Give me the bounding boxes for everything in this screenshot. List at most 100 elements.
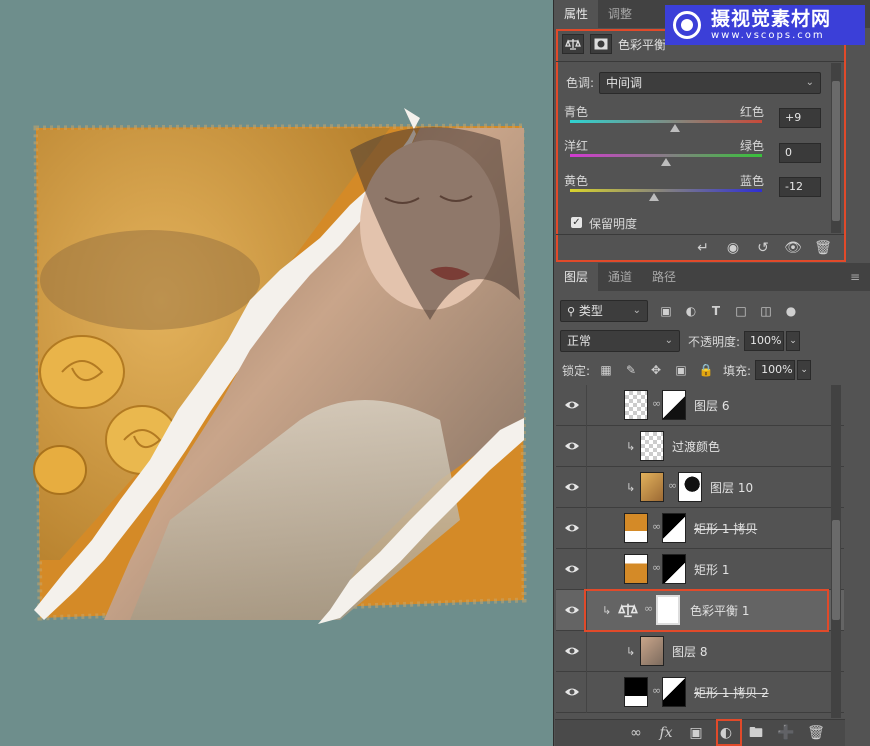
- props-bottom-divider: [556, 234, 844, 235]
- layer-name[interactable]: 图层 8: [672, 643, 707, 660]
- yellow-blue-value-field[interactable]: -12: [779, 177, 821, 197]
- layer-row[interactable]: ∞ 矩形 1 拷贝 2: [556, 672, 844, 713]
- filter-toggle-icon[interactable]: ●: [783, 303, 799, 319]
- visibility-eye-icon[interactable]: [564, 603, 580, 617]
- visibility-eye-icon[interactable]: [564, 439, 580, 453]
- tab-channels[interactable]: 通道: [598, 263, 642, 291]
- layer-mask-thumbnail[interactable]: [662, 513, 686, 543]
- delete-trash-icon[interactable]: 🗑: [807, 724, 825, 742]
- visibility-eye-icon[interactable]: [564, 521, 580, 535]
- tone-select-value: 中间调: [606, 76, 643, 90]
- layers-scrollbar[interactable]: [831, 385, 841, 718]
- chevron-down-icon: ⌄: [664, 335, 673, 346]
- cyan-red-slider-track[interactable]: [570, 120, 762, 123]
- delete-trash-icon[interactable]: 🗑: [814, 239, 832, 257]
- tab-properties[interactable]: 属性: [554, 0, 599, 28]
- layer-mask-thumbnail[interactable]: [678, 472, 702, 502]
- layer-name[interactable]: 矩形 1 拷贝 2: [694, 684, 769, 701]
- blend-mode-select[interactable]: 正常 ⌄: [560, 330, 680, 352]
- tone-select[interactable]: 中间调 ⌄: [599, 72, 821, 94]
- layer-mask-thumbnail[interactable]: [662, 677, 686, 707]
- slider-green-label: 绿色: [740, 139, 765, 153]
- opacity-label: 不透明度:: [688, 334, 741, 349]
- layer-mask-thumbnail[interactable]: [662, 390, 686, 420]
- visibility-eye-icon[interactable]: [564, 562, 580, 576]
- group-folder-icon[interactable]: 🖿: [747, 724, 765, 742]
- shape-filter-icon[interactable]: □: [733, 303, 749, 319]
- fill-field[interactable]: 100%: [755, 360, 796, 380]
- lock-transparent-icon[interactable]: ▦: [598, 362, 614, 378]
- watermark-url: www.vscops.com: [711, 30, 825, 41]
- layer-thumbnail[interactable]: [624, 677, 648, 707]
- layer-name[interactable]: 图层 10: [710, 479, 753, 496]
- type-filter-icon[interactable]: T: [708, 303, 724, 319]
- preserve-luminosity-checkbox[interactable]: ✓: [571, 217, 582, 228]
- layer-name[interactable]: 矩形 1: [694, 561, 729, 578]
- properties-header: 色彩平衡: [562, 34, 666, 54]
- tab-paths[interactable]: 路径: [642, 263, 686, 291]
- fx-icon[interactable]: fx: [657, 724, 675, 742]
- cyan-red-value-field[interactable]: +9: [779, 108, 821, 128]
- adjustment-filter-icon[interactable]: ◐: [683, 303, 699, 319]
- opacity-dropdown-icon[interactable]: ⌄: [786, 331, 801, 351]
- document-canvas[interactable]: [0, 0, 553, 746]
- smart-object-filter-icon[interactable]: ◫: [758, 303, 774, 319]
- magenta-green-slider-thumb[interactable]: [661, 158, 671, 166]
- filter-kind-select[interactable]: ⚲ 类型 ⌄: [560, 300, 648, 322]
- layer-row[interactable]: ↳ ∞ 图层 10: [556, 467, 844, 508]
- panel-menu-icon[interactable]: ≡: [840, 263, 870, 291]
- layers-scrollbar-thumb[interactable]: [832, 520, 840, 620]
- cyan-red-slider-thumb[interactable]: [669, 124, 680, 132]
- link-chain-icon: ∞: [652, 684, 662, 697]
- visibility-eye-icon[interactable]: 👁: [784, 239, 802, 257]
- clipping-arrow-icon: ↳: [626, 481, 636, 494]
- layer-name[interactable]: 过渡颜色: [672, 438, 720, 455]
- layer-thumbnail[interactable]: [624, 513, 648, 543]
- filter-kind-value: 类型: [578, 304, 603, 318]
- magenta-green-slider-track[interactable]: [570, 154, 762, 157]
- lock-all-icon[interactable]: 🔒: [698, 362, 714, 378]
- opacity-field[interactable]: 100%: [744, 331, 785, 351]
- visibility-eye-icon[interactable]: [564, 685, 580, 699]
- view-previous-state-icon[interactable]: ◉: [724, 239, 742, 257]
- lock-image-icon[interactable]: ✎: [623, 362, 639, 378]
- layer-thumbnail[interactable]: [640, 636, 664, 666]
- layer-row[interactable]: ↳ 过渡颜色: [556, 426, 844, 467]
- tab-layers[interactable]: 图层: [554, 263, 599, 291]
- layer-thumbnail[interactable]: [624, 390, 648, 420]
- fill-dropdown-icon[interactable]: ⌄: [797, 360, 812, 380]
- visibility-eye-icon[interactable]: [564, 644, 580, 658]
- tab-adjustments[interactable]: 调整: [598, 0, 642, 28]
- layer-thumbnail[interactable]: [640, 431, 664, 461]
- layer-thumbnail[interactable]: [624, 554, 648, 584]
- reset-icon[interactable]: ↺: [754, 239, 772, 257]
- layer-mask-thumbnail[interactable]: [662, 554, 686, 584]
- magenta-green-value-field[interactable]: 0: [779, 143, 821, 163]
- layer-row[interactable]: ∞ 矩形 1 拷贝: [556, 508, 844, 549]
- link-layers-icon[interactable]: ∞: [627, 724, 645, 742]
- new-layer-icon[interactable]: ➕: [777, 724, 795, 742]
- color-balance-icon[interactable]: [562, 34, 584, 54]
- yellow-blue-slider-thumb[interactable]: [649, 193, 660, 201]
- layer-row[interactable]: ∞ 矩形 1: [556, 549, 844, 590]
- layer-row[interactable]: ↳ 图层 8: [556, 631, 844, 672]
- visibility-eye-icon[interactable]: [564, 398, 580, 412]
- yellow-blue-slider-track[interactable]: [570, 189, 762, 192]
- layer-row[interactable]: ∞ 图层 6: [556, 385, 844, 426]
- layer-name[interactable]: 图层 6: [694, 397, 729, 414]
- pixel-filter-icon[interactable]: ▣: [658, 303, 674, 319]
- link-chain-icon: ∞: [652, 561, 662, 574]
- layer-list: ∞ 图层 6 ↳ 过渡颜色 ↳ ∞ 图层 10 ∞ 矩形 1 拷贝 ∞ 矩形 1…: [556, 385, 844, 718]
- lock-artboard-icon[interactable]: ▣: [673, 362, 689, 378]
- clip-to-layer-icon[interactable]: ↵: [694, 239, 712, 257]
- layers-tabbar: 图层 通道 路径 ≡: [554, 263, 870, 291]
- visibility-eye-icon[interactable]: [564, 480, 580, 494]
- lock-position-icon[interactable]: ✥: [648, 362, 664, 378]
- add-mask-icon[interactable]: ▣: [687, 724, 705, 742]
- lock-row: 锁定: ▦ ✎ ✥ ▣ 🔒 填充: 100% ⌄: [556, 358, 854, 382]
- properties-scrollbar-thumb[interactable]: [832, 81, 840, 221]
- mask-icon[interactable]: [590, 34, 612, 54]
- properties-scrollbar[interactable]: [831, 63, 841, 233]
- layer-thumbnail[interactable]: [640, 472, 664, 502]
- layer-name[interactable]: 矩形 1 拷贝: [694, 520, 757, 537]
